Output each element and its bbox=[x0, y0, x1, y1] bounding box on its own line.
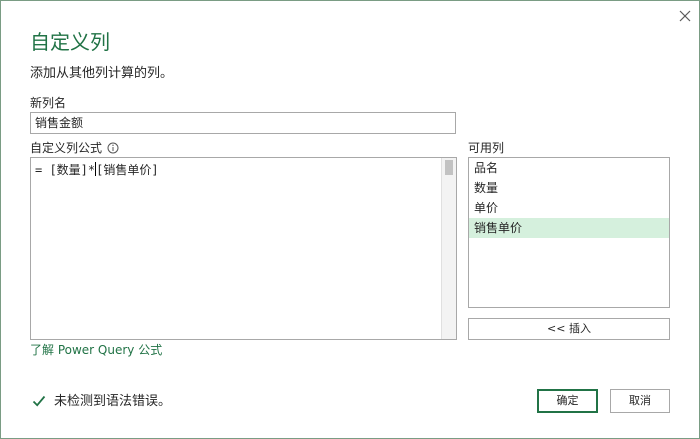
formula-scrollbar-thumb[interactable] bbox=[445, 160, 453, 175]
formula-text-before-caret: = [数量]* bbox=[35, 163, 96, 177]
dialog-subtitle: 添加从其他列计算的列。 bbox=[30, 66, 174, 81]
info-icon[interactable] bbox=[107, 142, 119, 154]
available-columns-label: 可用列 bbox=[468, 141, 505, 155]
insert-button[interactable]: << 插入 bbox=[468, 318, 670, 340]
list-item-danjia[interactable]: 单价 bbox=[469, 198, 669, 218]
learn-power-query-link[interactable]: 了解 Power Query 公式 bbox=[30, 342, 162, 358]
custom-column-dialog: 自定义列 添加从其他列计算的列。 新列名 自定义列公式 = [数量]*[销售单价… bbox=[0, 0, 700, 439]
dialog-title: 自定义列 bbox=[30, 30, 110, 54]
formula-text: = [数量]*[销售单价] bbox=[35, 162, 159, 178]
new-column-name-label: 新列名 bbox=[30, 96, 67, 110]
list-item-xiaoshou-danjia[interactable]: 销售单价 bbox=[469, 218, 669, 238]
formula-editor[interactable]: = [数量]*[销售单价] bbox=[30, 157, 457, 340]
checkmark-icon bbox=[32, 395, 46, 407]
close-icon bbox=[679, 10, 691, 22]
syntax-status-text: 未检测到语法错误。 bbox=[54, 394, 172, 409]
list-item-shuliang[interactable]: 数量 bbox=[469, 178, 669, 198]
list-item-pinming[interactable]: 品名 bbox=[469, 158, 669, 178]
formula-scrollbar[interactable] bbox=[441, 158, 456, 339]
new-column-name-input[interactable] bbox=[30, 112, 456, 134]
formula-text-after-caret: [销售单价] bbox=[96, 163, 159, 177]
formula-label: 自定义列公式 bbox=[30, 141, 103, 155]
available-columns-list[interactable]: 品名 数量 单价 销售单价 bbox=[468, 157, 670, 308]
cancel-button[interactable]: 取消 bbox=[610, 389, 670, 413]
close-button[interactable] bbox=[675, 6, 695, 26]
ok-button[interactable]: 确定 bbox=[537, 389, 598, 413]
